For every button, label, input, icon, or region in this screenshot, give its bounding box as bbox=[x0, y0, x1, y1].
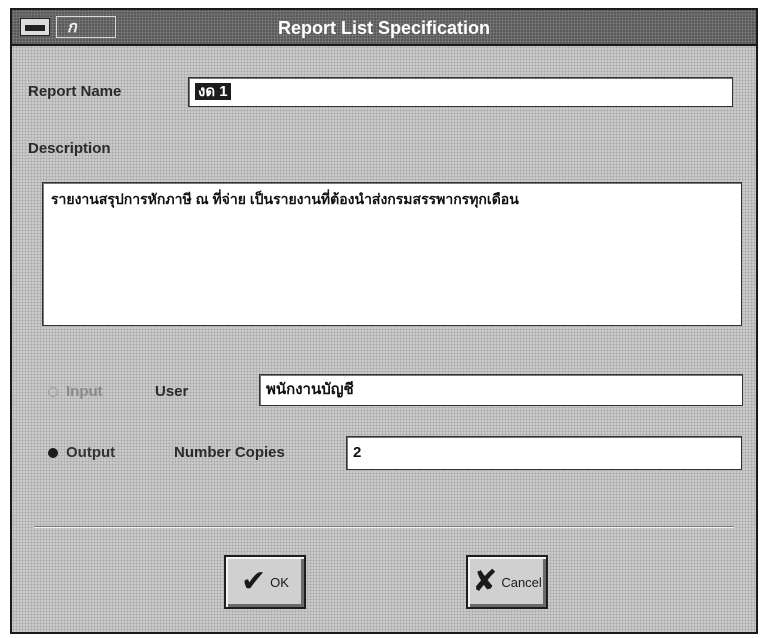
cancel-button[interactable]: ✘ Cancel bbox=[466, 555, 548, 609]
output-radio[interactable]: Output bbox=[48, 444, 115, 461]
user-field[interactable]: พนักงานบัญชี bbox=[259, 374, 743, 406]
title-bar[interactable]: ▬ ก Report List Specification bbox=[12, 10, 756, 46]
input-radio[interactable]: Input bbox=[48, 383, 103, 400]
ok-button-label: OK bbox=[270, 574, 289, 590]
user-label: User bbox=[155, 383, 189, 400]
input-radio-label: Input bbox=[66, 383, 103, 400]
ok-button[interactable]: ✔ OK bbox=[224, 555, 306, 609]
window-title: Report List Specification bbox=[277, 18, 491, 38]
report-name-label: Report Name bbox=[28, 83, 122, 100]
user-value: พนักงานบัญชี bbox=[266, 381, 354, 398]
output-radio-label: Output bbox=[66, 444, 116, 461]
cross-icon: ✘ bbox=[472, 565, 498, 598]
number-copies-field[interactable]: 2 bbox=[346, 436, 742, 470]
input-radio-dot bbox=[48, 387, 58, 398]
report-name-value: งด 1 bbox=[195, 83, 231, 100]
report-list-dialog: ▬ ก Report List Specification Report Nam… bbox=[10, 8, 758, 634]
number-copies-value: 2 bbox=[353, 444, 362, 461]
description-text: รายงานสรุปการหักภาษี ณ ที่จ่าย เป็นรายงา… bbox=[51, 191, 519, 207]
description-label: Description bbox=[28, 140, 111, 157]
button-separator bbox=[34, 526, 734, 528]
number-copies-label: Number Copies bbox=[174, 444, 285, 461]
description-textarea[interactable]: รายงานสรุปการหักภาษี ณ ที่จ่าย เป็นรายงา… bbox=[42, 182, 742, 326]
cancel-button-label: Cancel bbox=[501, 574, 542, 590]
check-icon: ✔ bbox=[241, 565, 267, 598]
report-name-field[interactable]: งด 1 bbox=[188, 77, 733, 107]
output-radio-dot bbox=[48, 448, 58, 459]
